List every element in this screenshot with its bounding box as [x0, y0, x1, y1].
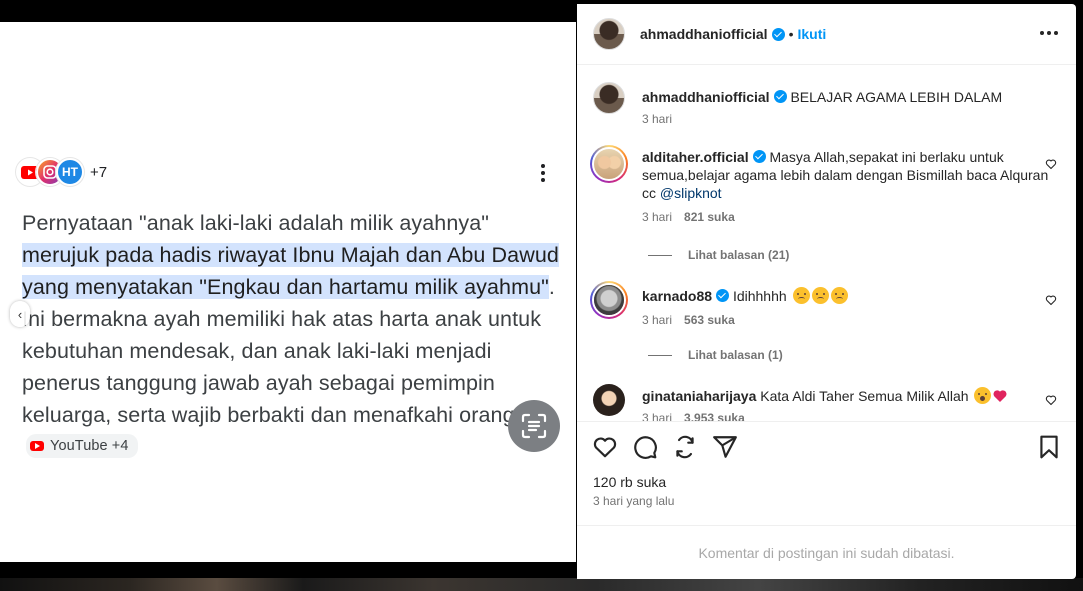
- comment-icon[interactable]: [632, 434, 658, 460]
- comment-text: Idihhhhh: [732, 288, 787, 304]
- heart-icon[interactable]: [592, 434, 618, 460]
- comment-username[interactable]: alditaher.official: [642, 149, 749, 165]
- post-header: ahmaddhaniofficial • Ikuti: [577, 4, 1076, 65]
- verified-icon: [771, 27, 785, 41]
- heart-icon[interactable]: [1045, 394, 1057, 406]
- comment-time[interactable]: 3 hari: [642, 313, 672, 327]
- post-time[interactable]: 3 hari yang lalu: [593, 494, 674, 508]
- screen: HT +7 Pernyataan "anak laki-laki adalah …: [0, 0, 1083, 591]
- avatar[interactable]: [590, 281, 628, 319]
- youtube-chip-label: YouTube +4: [50, 438, 129, 454]
- follow-button[interactable]: Ikuti: [797, 26, 826, 42]
- view-replies-button[interactable]: Lihat balasan (1): [648, 348, 783, 362]
- caption-time[interactable]: 3 hari: [642, 112, 672, 126]
- caption-username[interactable]: ahmaddhaniofficial: [642, 89, 770, 105]
- comment-text: Kata Aldi Taher Semua Milik Allah: [760, 388, 969, 404]
- view-replies-button[interactable]: Lihat balasan (21): [648, 248, 789, 262]
- verified-icon: [773, 90, 787, 103]
- comment-item: ginataniaharijaya Kata Aldi Taher Semua …: [593, 384, 1063, 421]
- shocked-emoji-icon: [974, 387, 992, 404]
- post-panel: ahmaddhaniofficial • Ikuti ahmaddhanioff…: [577, 4, 1076, 579]
- comment-username[interactable]: karnado88: [642, 288, 712, 304]
- heart-icon[interactable]: [1045, 158, 1057, 170]
- ht-source-icon: HT: [56, 158, 84, 186]
- lens-icon[interactable]: [508, 400, 560, 452]
- red-heart-icon: [993, 390, 1007, 402]
- caption: ahmaddhaniofficial BELAJAR AGAMA LEBIH D…: [593, 82, 1063, 126]
- background-thumbnails: [0, 578, 1083, 591]
- author-username[interactable]: ahmaddhaniofficial: [640, 26, 768, 42]
- verified-icon: [716, 289, 730, 302]
- comment-item: karnado88 Idihhhhh 3 hari 563 suka: [590, 281, 1063, 327]
- comment-likes[interactable]: 563 suka: [684, 313, 735, 327]
- sad-emoji-icon: [792, 287, 810, 304]
- answer-highlight: merujuk pada hadis riwayat Ibnu Majah da…: [22, 243, 559, 299]
- post-image: HT +7 Pernyataan "anak laki-laki adalah …: [0, 22, 576, 562]
- sad-emoji-icon: [830, 287, 848, 304]
- share-icon[interactable]: [712, 434, 738, 460]
- avatar[interactable]: [590, 145, 628, 183]
- sad-emoji-icon: [811, 287, 829, 304]
- comments-list: ahmaddhaniofficial BELAJAR AGAMA LEBIH D…: [577, 66, 1076, 421]
- comment-likes[interactable]: 3.953 suka: [684, 411, 745, 421]
- youtube-source-chip[interactable]: YouTube +4: [26, 434, 138, 458]
- more-vert-icon[interactable]: [536, 162, 550, 184]
- comment-time[interactable]: 3 hari: [642, 210, 672, 224]
- avatar[interactable]: [593, 384, 625, 416]
- avatar[interactable]: [593, 18, 625, 50]
- comment-username[interactable]: ginataniaharijaya: [642, 388, 756, 404]
- source-count: +7: [90, 163, 108, 181]
- verified-icon: [752, 150, 766, 163]
- caption-text: BELAJAR AGAMA LEBIH DALAM: [790, 89, 1003, 105]
- youtube-icon: [30, 441, 44, 451]
- view-replies-label: Lihat balasan (21): [688, 248, 790, 262]
- repost-icon[interactable]: [672, 434, 698, 460]
- previous-image-button[interactable]: ‹: [10, 301, 30, 327]
- heart-icon[interactable]: [1045, 294, 1057, 306]
- view-replies-label: Lihat balasan (1): [688, 348, 783, 362]
- bookmark-icon[interactable]: [1036, 434, 1062, 460]
- answer-text: Pernyataan "anak laki-laki adalah milik …: [22, 207, 562, 463]
- comment-likes[interactable]: 821 suka: [684, 210, 735, 224]
- avatar[interactable]: [593, 82, 625, 114]
- comments-limited-notice: Komentar di postingan ini sudah dibatasi…: [577, 525, 1076, 579]
- separator: •: [788, 26, 794, 42]
- comment-time[interactable]: 3 hari: [642, 411, 672, 421]
- more-options-icon[interactable]: [1040, 31, 1058, 35]
- likes-count[interactable]: 120 rb suka: [593, 474, 666, 490]
- answer-text-before: Pernyataan "anak laki-laki adalah milik …: [22, 211, 490, 235]
- comment-item: alditaher.official Masya Allah,sepakat i…: [590, 145, 1063, 224]
- mention-link[interactable]: @slipknot: [660, 185, 722, 201]
- source-chips[interactable]: HT +7: [16, 156, 107, 188]
